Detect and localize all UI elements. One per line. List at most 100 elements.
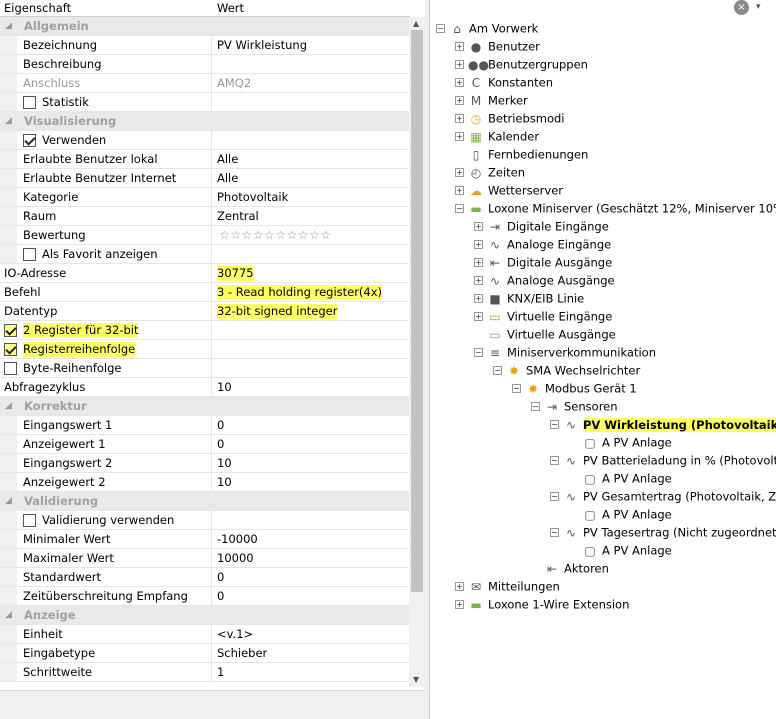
tree-node[interactable]: − ∿ PV Gesamtertrag (Photovoltaik, Ze <box>550 487 776 505</box>
property-value[interactable]: 10 <box>217 380 232 395</box>
expand-toggle-icon[interactable]: + <box>474 312 483 321</box>
tree-node[interactable]: + ● Benutzer <box>455 37 540 55</box>
tree-node[interactable]: + M Merker <box>455 91 528 109</box>
collapse-toggle-icon[interactable]: − <box>550 528 559 537</box>
property-row[interactable]: Einheit <v.1> <box>0 625 409 644</box>
property-row[interactable]: Anschluss AMQ2 <box>0 74 409 93</box>
close-icon[interactable]: × <box>734 0 749 15</box>
expand-toggle-icon[interactable]: + <box>474 240 483 249</box>
property-row[interactable]: Eingangswert 2 10 <box>0 454 409 473</box>
property-row[interactable]: Bewertung ☆☆☆☆☆☆☆☆☆☆ <box>0 226 409 245</box>
property-row[interactable]: Validierung verwenden <box>0 511 409 530</box>
tree-node[interactable]: + ▭ Virtuelle Eingänge <box>474 307 612 325</box>
tree-node[interactable]: + C Konstanten <box>455 73 553 91</box>
expand-toggle-icon[interactable]: + <box>455 132 464 141</box>
tree-node[interactable]: − ∿ PV Batterieladung in % (Photovolt <box>550 451 776 469</box>
tree-node[interactable]: +▭Virtuelle Ausgänge <box>474 325 615 343</box>
checkbox[interactable] <box>4 343 17 356</box>
checkbox[interactable] <box>23 134 36 147</box>
collapse-toggle-icon[interactable]: − <box>474 348 483 357</box>
property-value[interactable]: Alle <box>217 152 238 167</box>
property-value[interactable]: 0 <box>217 418 224 433</box>
property-row[interactable]: Beschreibung <box>0 55 409 74</box>
tree-node[interactable]: +▢A PV Anlage <box>569 505 671 523</box>
property-value[interactable]: 30775 <box>217 266 254 281</box>
property-value[interactable]: 10 <box>217 475 232 490</box>
property-value[interactable]: Schieber <box>217 646 267 661</box>
property-row[interactable]: Als Favorit anzeigen <box>0 245 409 264</box>
collapse-toggle-icon[interactable]: − <box>493 366 502 375</box>
property-value[interactable]: 1 <box>217 665 224 680</box>
property-row[interactable]: 2 Register für 32-bit <box>0 321 409 340</box>
expand-toggle-icon[interactable]: + <box>455 168 464 177</box>
expand-toggle-icon[interactable]: + <box>455 114 464 123</box>
expand-toggle-icon[interactable]: + <box>455 78 464 87</box>
property-value[interactable]: 10000 <box>217 551 254 566</box>
collapse-toggle-icon[interactable]: − <box>531 402 540 411</box>
collapse-toggle-icon[interactable]: − <box>550 456 559 465</box>
collapse-toggle-icon[interactable]: − <box>512 384 521 393</box>
checkbox[interactable] <box>23 248 36 261</box>
property-value[interactable]: -10000 <box>217 532 258 547</box>
property-row[interactable]: Anzeigewert 1 0 <box>0 435 409 454</box>
category-row[interactable]: ◢ Korrektur <box>0 397 409 416</box>
property-row[interactable] <box>0 682 409 687</box>
tree-node[interactable]: − ≡ Miniserverkommunikation <box>474 343 656 361</box>
collapse-icon[interactable]: ◢ <box>5 117 14 126</box>
tree-node[interactable]: + ∿ Analoge Ausgänge <box>474 271 615 289</box>
property-row[interactable]: Byte-Reihenfolge <box>0 359 409 378</box>
tree-node[interactable]: − ✸ Modbus Gerät 1 <box>512 379 637 397</box>
property-row[interactable]: Bezeichnung PV Wirkleistung <box>0 36 409 55</box>
tree-node[interactable]: + ■ KNX/EIB Linie <box>474 289 584 307</box>
property-row[interactable]: IO-Adresse 30775 <box>0 264 409 283</box>
expand-toggle-icon[interactable]: + <box>455 96 464 105</box>
property-row[interactable]: Verwenden <box>0 131 409 150</box>
tree-node[interactable]: − ▬ Loxone Miniserver (Geschätzt 12%, Mini… <box>455 199 776 217</box>
category-row[interactable]: ◢ Allgemein <box>0 17 409 36</box>
scroll-down-icon[interactable]: ▼ <box>413 675 419 684</box>
category-row[interactable]: ◢ Visualisierung <box>0 112 409 131</box>
checkbox[interactable] <box>4 362 17 375</box>
tree-node[interactable]: +▢A PV Anlage <box>569 433 671 451</box>
property-value[interactable]: Alle <box>217 171 238 186</box>
tree-node[interactable]: +▯Fernbedienungen <box>455 145 589 163</box>
expand-toggle-icon[interactable]: + <box>455 42 464 51</box>
category-row[interactable]: ◢ Anzeige <box>0 606 409 625</box>
category-row[interactable]: ◢ Validierung <box>0 492 409 511</box>
tree-node[interactable]: − ⇥ Sensoren <box>531 397 618 415</box>
tree-node[interactable]: + ◷ Betriebsmodi <box>455 109 565 127</box>
property-row[interactable]: Abfragezyklus 10 <box>0 378 409 397</box>
tree-node[interactable]: + ⇥ Digitale Eingänge <box>474 217 609 235</box>
checkbox[interactable] <box>4 324 17 337</box>
property-value[interactable]: 32-bit signed integer <box>217 304 338 319</box>
property-row[interactable]: Datentyp 32-bit signed integer <box>0 302 409 321</box>
expand-toggle-icon[interactable]: + <box>455 60 464 69</box>
tree-node[interactable]: +▢A PV Anlage <box>569 469 671 487</box>
tree-node[interactable]: + ●●Benutzergruppen <box>455 55 588 73</box>
tree-node[interactable]: +▢A PV Anlage <box>569 541 671 559</box>
collapse-icon[interactable]: ◢ <box>5 611 14 620</box>
tree-node[interactable]: + ▬ Loxone 1-Wire Extension <box>455 595 629 613</box>
expand-toggle-icon[interactable]: + <box>455 186 464 195</box>
tree-node[interactable]: + ∿ Analoge Eingänge <box>474 235 611 253</box>
tree-node[interactable]: + ☁ Wetterserver <box>455 181 563 199</box>
tree-node[interactable]: − ✸ SMA Wechselrichter <box>493 361 640 379</box>
collapse-toggle-icon[interactable]: − <box>455 204 464 213</box>
tree-node[interactable]: + ◴ Zeiten <box>455 163 525 181</box>
tree-node[interactable]: +⇤Aktoren <box>531 559 609 577</box>
collapse-toggle-icon[interactable]: − <box>436 24 445 33</box>
tree-node[interactable]: + ▦ Kalender <box>455 127 539 145</box>
property-row[interactable]: Maximaler Wert 10000 <box>0 549 409 568</box>
collapse-toggle-icon[interactable]: − <box>550 420 559 429</box>
property-row[interactable]: Anzeigewert 2 10 <box>0 473 409 492</box>
property-row[interactable]: Zeitüberschreitung Empfang 0 <box>0 587 409 606</box>
scroll-up-icon[interactable]: ▲ <box>413 19 419 28</box>
property-row[interactable]: Befehl 3 - Read holding register(4x) <box>0 283 409 302</box>
expand-toggle-icon[interactable]: + <box>474 258 483 267</box>
collapse-icon[interactable]: ◢ <box>5 497 14 506</box>
property-value[interactable]: <v.1> <box>217 627 253 642</box>
property-value[interactable]: 0 <box>217 437 224 452</box>
rating-stars[interactable]: ☆☆☆☆☆☆☆☆☆☆ <box>219 228 332 242</box>
property-value[interactable]: 10 <box>217 456 232 471</box>
property-value[interactable]: Zentral <box>217 209 259 224</box>
